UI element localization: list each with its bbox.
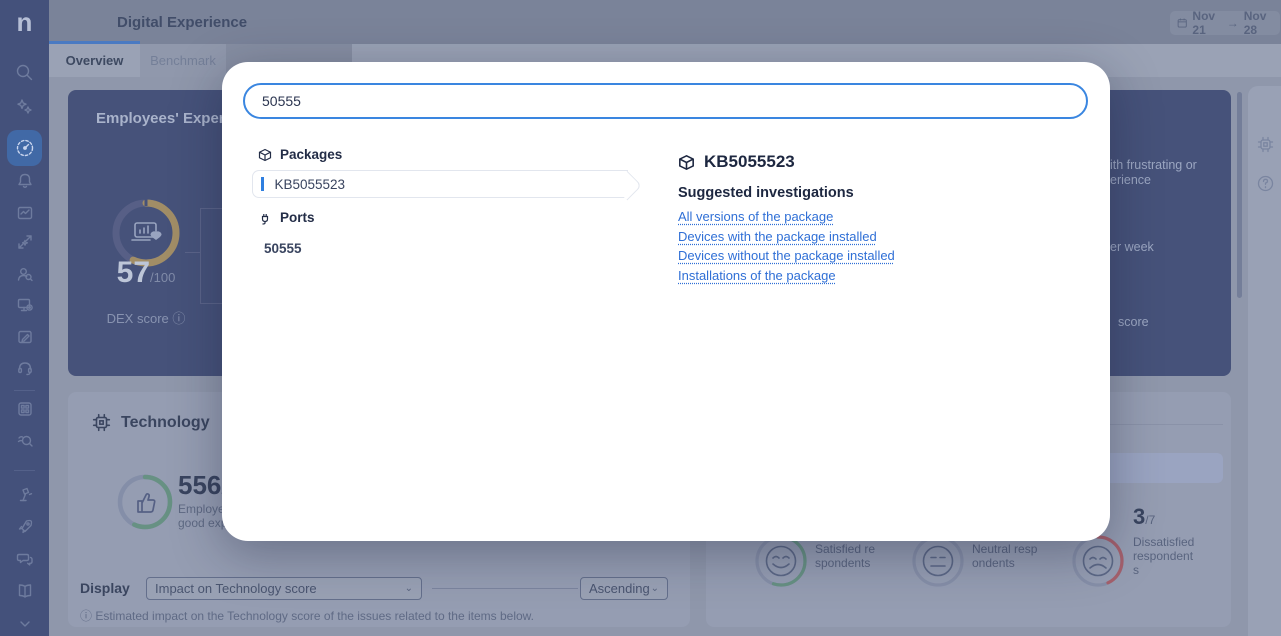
ports-header-label: Ports [280,210,315,225]
technology-metric-value: 556 [178,470,221,500]
help-icon[interactable] [1251,169,1279,197]
investigation-link[interactable]: All versions of the package [678,209,833,224]
dex-score-value: 57/100 [106,256,186,290]
thumbs-up-icon [138,494,155,512]
beacon-icon[interactable] [0,481,49,509]
scrollbar-thumb[interactable] [1237,92,1242,298]
connector-line [200,208,201,304]
ports-section-header: Ports [258,210,315,225]
global-search-modal: Packages KB5055523 Ports 50555 KB5055523… [222,62,1110,541]
technology-caption-line1: Employe [178,502,225,516]
sad-face-icon [1084,547,1113,576]
dex-score-number: 57 [117,256,150,289]
dashboard-icon[interactable] [0,199,49,227]
technology-footnote: ⓘ Estimated impact on the Technology sco… [80,607,534,624]
dissatisfied-gauge [1070,533,1126,589]
satisfied-gauge [753,533,809,589]
calendar-icon [1177,16,1187,30]
live-search-icon[interactable] [0,427,49,455]
chip-icon[interactable] [1251,130,1279,158]
connector-line [200,208,224,209]
package-detail-title: KB5055523 [704,152,795,172]
nav-sidebar: n [0,0,49,636]
date-range-picker[interactable]: Nov 21 → Nov 28 [1170,11,1280,35]
edit-form-icon[interactable] [0,323,49,351]
user-search-icon[interactable] [0,260,49,288]
technology-metric: 556/ [178,470,226,501]
connector-line [200,303,224,304]
suggested-investigations-header: Suggested investigations [678,185,854,201]
card-text-fragment: score [1118,315,1149,329]
package-result-item[interactable]: KB5055523 [252,170,628,198]
display-metric-dropdown[interactable]: Impact on Technology score ⌄ [146,577,422,600]
sidebar-divider [14,470,35,471]
dissatisfied-value: 3/7 [1133,504,1155,530]
dex-gauge-icon[interactable] [0,134,49,162]
package-result-label: KB5055523 [275,177,346,192]
date-arrow-icon: → [1227,16,1239,30]
dex-score-denominator: /100 [150,270,175,285]
page-title: Digital Experience [117,14,247,31]
dex-score-caption: DEX score ⓘ [92,308,200,327]
library-icon[interactable] [0,577,49,605]
date-start: Nov 21 [1192,9,1221,37]
neutral-gauge [910,533,966,589]
technology-header: Technology [92,413,210,432]
sidebar-divider [14,390,35,391]
headset-icon[interactable] [0,354,49,382]
search-field [243,83,1088,119]
technology-title: Technology [121,414,210,432]
sort-order-dropdown[interactable]: Ascending ⌄ [580,577,668,600]
dissatisfied-count: 3 [1133,504,1145,529]
selection-caret [261,177,264,191]
connector-line [185,252,200,253]
investigation-link[interactable]: Installations of the package [678,268,836,283]
top-bar: Digital Experience Nov 21 → Nov 28 ⋮ [49,0,1281,44]
technology-chip-icon [92,413,111,432]
card-text-fragment: er week [1110,240,1154,254]
investigation-link[interactable]: Devices with the package installed [678,229,877,244]
dissatisfied-label: Dissatisfied respondents [1133,536,1199,577]
satisfied-label: Satisfied respondents [815,543,881,571]
laptop-heart-icon [132,223,162,240]
happy-face-icon [767,547,796,576]
neutral-face-icon [924,547,953,576]
sort-order-value: Ascending [589,581,650,596]
nexthink-logo[interactable]: n [0,0,49,44]
packages-header-label: Packages [280,147,342,162]
technology-gauge [114,471,176,533]
card-text-fragment: ith frustrating or [1110,158,1197,172]
plug-icon [258,211,272,225]
port-result-item[interactable]: 50555 [264,241,302,256]
display-metric-value: Impact on Technology score [155,581,317,596]
optimize-icon[interactable] [0,228,49,256]
device-gear-icon[interactable] [0,291,49,319]
chevron-down-icon: ⌄ [651,583,659,594]
card-text-fragment: erience [1110,173,1151,187]
technology-caption-line2: good exp [178,516,227,530]
tab-benchmark[interactable]: Benchmark [140,44,226,77]
divider-line [432,588,578,589]
date-end: Nov 28 [1244,9,1273,37]
apps-grid-icon[interactable] [0,395,49,423]
packages-section-header: Packages [258,147,342,162]
dissatisfied-total: /7 [1145,513,1155,527]
package-icon [678,154,695,171]
chevron-down-icon: ⌄ [405,583,413,594]
sparkles-icon[interactable] [0,92,49,120]
investigation-link[interactable]: Devices without the package installed [678,248,895,263]
campaigns-icon[interactable] [0,545,49,573]
package-icon [258,148,272,162]
neutral-label: Neutral respondents [972,543,1038,571]
tab-overview[interactable]: Overview [49,44,140,77]
collapse-chevron-icon[interactable] [0,610,49,636]
active-tab-indicator [49,41,140,44]
package-detail-header: KB5055523 [678,152,795,172]
search-icon[interactable] [0,58,49,86]
display-label: Display [80,580,130,596]
rocket-icon[interactable] [0,513,49,541]
search-input[interactable] [245,85,1086,117]
bell-icon[interactable] [0,167,49,195]
